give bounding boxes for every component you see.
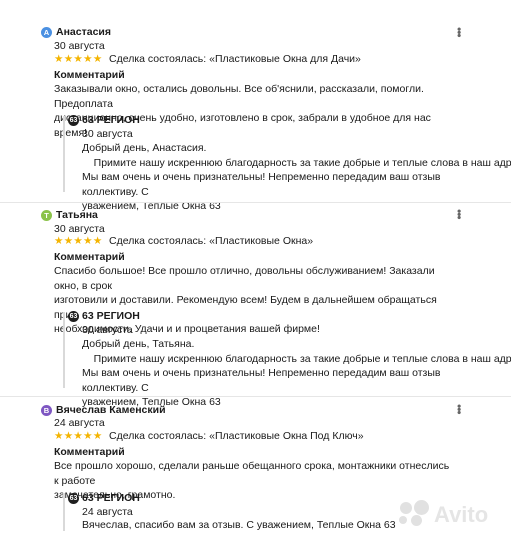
divider xyxy=(0,396,511,397)
reply-author[interactable]: 63 РЕГИОН xyxy=(82,113,140,128)
reply-line: Добрый день, Татьяна. xyxy=(82,338,195,350)
rating-stars: ★★★★★ xyxy=(54,235,103,247)
rating-stars: ★★★★★ xyxy=(54,53,103,65)
deal-status: Сделка состоялась: «Пластиковые Окна для… xyxy=(109,53,361,65)
reply-author[interactable]: 63 РЕГИОН xyxy=(82,309,140,324)
deal-status: Сделка состоялась: «Пластиковые Окна Под… xyxy=(109,430,364,442)
rating-stars: ★★★★★ xyxy=(54,430,103,442)
company-logo-icon: 63 xyxy=(68,115,79,126)
comment-line: Спасибо большое! Все прошло отлично, дов… xyxy=(54,265,435,292)
divider xyxy=(0,202,511,203)
reply-line: Примите нашу искреннюю благодарность за … xyxy=(82,352,511,365)
comment-heading: Комментарий xyxy=(54,69,125,81)
comment-heading: Комментарий xyxy=(54,446,125,458)
reply-line: Мы вам очень и очень признательны! Непре… xyxy=(82,171,441,198)
reply-divider xyxy=(63,116,65,192)
company-logo-icon: 63 xyxy=(68,493,79,504)
comment-heading: Комментарий xyxy=(54,251,125,263)
review-author[interactable]: Татьяна xyxy=(56,208,98,223)
avatar[interactable]: В xyxy=(41,405,52,416)
reply-divider xyxy=(63,493,65,531)
reply-date: 30 августа xyxy=(82,324,133,336)
avito-watermark: Avito xyxy=(398,498,503,532)
avatar[interactable]: А xyxy=(41,27,52,38)
reply-line: Примите нашу искреннюю благодарность за … xyxy=(82,156,511,169)
reply-line: Добрый день, Анастасия. xyxy=(82,142,207,154)
reply-text: Добрый день, Татьяна. Примите нашу искре… xyxy=(82,337,511,410)
reply-author[interactable]: 63 РЕГИОН xyxy=(82,491,140,506)
avito-logo-icon xyxy=(398,500,430,530)
reply-line: Мы вам очень и очень признательны! Непре… xyxy=(82,367,441,394)
comment-line: Заказывали окно, остались довольны. Все … xyxy=(54,83,424,110)
review-author[interactable]: Анастасия xyxy=(56,25,111,40)
comment-line: Все прошло хорошо, сделали раньше обещан… xyxy=(54,460,450,487)
avatar[interactable]: Т xyxy=(41,210,52,221)
deal-status: Сделка состоялась: «Пластиковые Окна» xyxy=(109,235,314,247)
more-menu-icon[interactable]: ••• xyxy=(452,404,466,414)
more-menu-icon[interactable]: ••• xyxy=(452,209,466,219)
reply-date: 30 августа xyxy=(82,128,133,140)
watermark-text: Avito xyxy=(434,501,489,527)
more-menu-icon[interactable]: ••• xyxy=(452,27,466,37)
company-logo-icon: 63 xyxy=(68,311,79,322)
reply-divider xyxy=(63,312,65,388)
